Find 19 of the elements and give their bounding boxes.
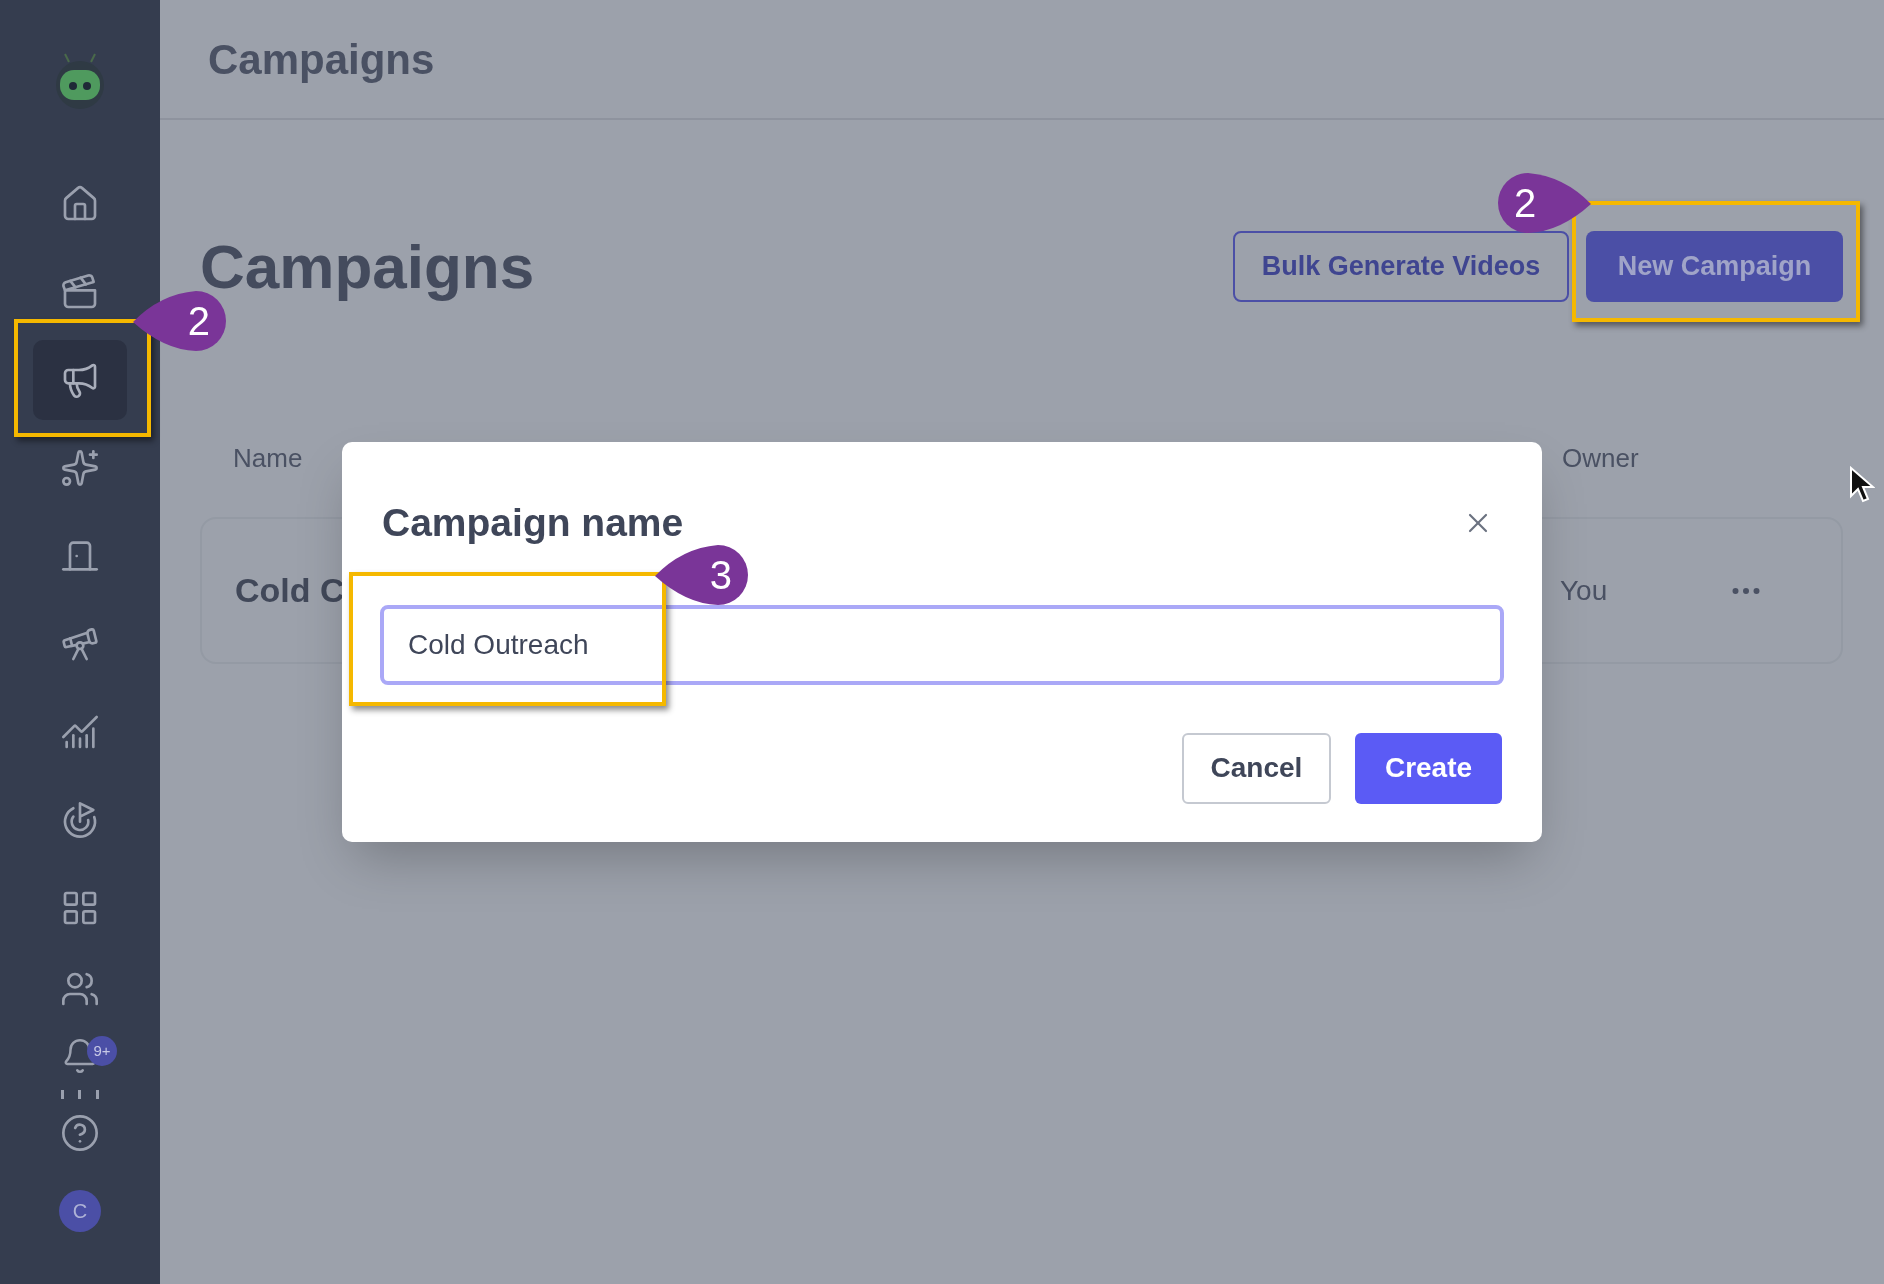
owner-cell-text: You [1560,573,1609,608]
help-icon[interactable] [60,1113,100,1153]
page-title: Campaigns [200,231,535,303]
new-campaign-button[interactable]: New Campaign [1586,231,1843,302]
create-button[interactable]: Create [1355,732,1502,804]
header-title: Campaigns [208,34,435,85]
column-header: Owner [1562,441,1640,475]
sidebar-item[interactable] [33,340,127,420]
sparkles-icon [60,448,100,488]
campaign-name: Cold C [235,570,345,611]
dialog-title: Campaign name [382,500,684,546]
campaign-name-input[interactable]: Cold Outreach [380,604,1504,685]
user-avatar[interactable]: C [59,1190,101,1232]
cursor-icon [1849,466,1875,504]
cancel-button[interactable]: Cancel [1182,732,1331,804]
divider-marks-icon [60,1090,100,1100]
notification-badge: 9+ [87,1036,117,1066]
column-header: Name [232,441,304,475]
bulk-generate-button[interactable]: Bulk Generate Videos [1233,231,1569,302]
